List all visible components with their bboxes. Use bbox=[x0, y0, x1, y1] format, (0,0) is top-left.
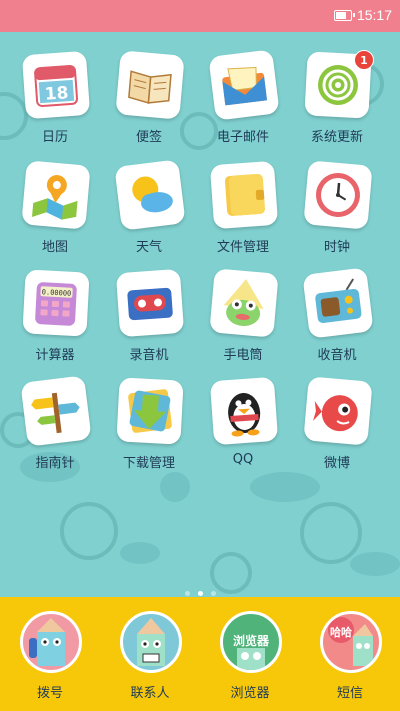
app-label: 手电筒 bbox=[223, 348, 263, 363]
app-label: 地图 bbox=[41, 240, 68, 255]
app-email[interactable]: 电子邮件 bbox=[196, 40, 290, 150]
svg-text:18: 18 bbox=[44, 83, 69, 105]
signpost-icon bbox=[20, 375, 92, 447]
dock-contacts[interactable]: 联系人 bbox=[100, 597, 200, 711]
app-qq[interactable]: QQ bbox=[196, 366, 290, 476]
app-notes[interactable]: 便签 bbox=[102, 40, 196, 150]
app-label: QQ bbox=[232, 452, 254, 467]
app-flashlight[interactable]: 手电筒 bbox=[196, 258, 290, 368]
update-badge: 1 bbox=[354, 50, 374, 70]
app-label: 便签 bbox=[135, 130, 162, 145]
battery-icon bbox=[334, 10, 355, 21]
dock-label: 拨号 bbox=[36, 686, 63, 701]
app-label: 微博 bbox=[323, 456, 350, 471]
app-label: 指南针 bbox=[35, 456, 75, 471]
radio-icon bbox=[302, 267, 374, 339]
clock-icon bbox=[303, 160, 373, 230]
app-system-update[interactable]: 1 系统更新 bbox=[290, 40, 384, 150]
status-bar: 15:17 bbox=[0, 0, 400, 32]
app-compass[interactable]: 指南针 bbox=[8, 366, 102, 476]
app-calendar[interactable]: 18 日历 bbox=[8, 40, 102, 150]
download-arrow-icon bbox=[116, 377, 184, 445]
app-label: 文件管理 bbox=[216, 240, 269, 255]
calculator-icon: 0.00000 bbox=[22, 269, 90, 337]
app-clock[interactable]: 时钟 bbox=[290, 150, 384, 260]
app-recorder[interactable]: 录音机 bbox=[102, 258, 196, 368]
dock-sms[interactable]: 哈哈 短信 bbox=[300, 597, 400, 711]
notebook-icon bbox=[115, 50, 185, 120]
page-dot[interactable] bbox=[210, 591, 216, 596]
dock-label: 联系人 bbox=[130, 686, 170, 701]
page-dot[interactable] bbox=[184, 591, 190, 596]
envelope-icon bbox=[208, 49, 280, 121]
svg-text:0.00000: 0.00000 bbox=[42, 288, 72, 298]
sms-character-icon: 哈哈 bbox=[320, 611, 382, 673]
weibo-fish-icon bbox=[303, 376, 373, 446]
sms-tag: 哈哈 bbox=[330, 626, 352, 639]
dock-label: 短信 bbox=[336, 686, 363, 701]
app-label: 系统更新 bbox=[310, 130, 363, 145]
app-calculator[interactable]: 0.00000 计算器 bbox=[8, 258, 102, 368]
sun-cloud-icon bbox=[114, 159, 186, 231]
cassette-icon bbox=[115, 268, 185, 338]
app-download-manager[interactable]: 下载管理 bbox=[102, 366, 196, 476]
phone-character-icon bbox=[20, 611, 82, 673]
dock: 拨号 联系人 浏览器 浏览器 哈哈 短信 bbox=[0, 597, 400, 711]
dock-label: 浏览器 bbox=[230, 686, 270, 701]
app-map[interactable]: 地图 bbox=[8, 150, 102, 260]
app-radio[interactable]: 收音机 bbox=[290, 258, 384, 368]
penguin-icon bbox=[209, 376, 279, 446]
app-label: 日历 bbox=[41, 130, 68, 145]
app-label: 录音机 bbox=[129, 348, 169, 363]
contacts-character-icon bbox=[120, 611, 182, 673]
app-label: 天气 bbox=[135, 240, 162, 255]
browser-tag: 浏览器 bbox=[232, 634, 269, 648]
app-file-manager[interactable]: 文件管理 bbox=[196, 150, 290, 260]
app-label: 收音机 bbox=[317, 348, 357, 363]
app-label: 下载管理 bbox=[122, 456, 175, 471]
calendar-icon: 18 bbox=[21, 50, 91, 120]
app-label: 电子邮件 bbox=[216, 130, 269, 145]
app-weibo[interactable]: 微博 bbox=[290, 366, 384, 476]
status-time: 15:17 bbox=[356, 7, 392, 23]
dock-browser[interactable]: 浏览器 浏览器 bbox=[200, 597, 300, 711]
dock-phone[interactable]: 拨号 bbox=[0, 597, 100, 711]
app-label: 时钟 bbox=[323, 240, 350, 255]
page-dot-active[interactable] bbox=[197, 591, 203, 596]
app-label: 计算器 bbox=[35, 348, 75, 363]
app-weather[interactable]: 天气 bbox=[102, 150, 196, 260]
browser-character-icon: 浏览器 bbox=[220, 611, 282, 673]
wallet-folder-icon bbox=[209, 160, 279, 230]
frog-flashlight-icon bbox=[209, 268, 279, 338]
map-pin-icon bbox=[21, 160, 91, 230]
